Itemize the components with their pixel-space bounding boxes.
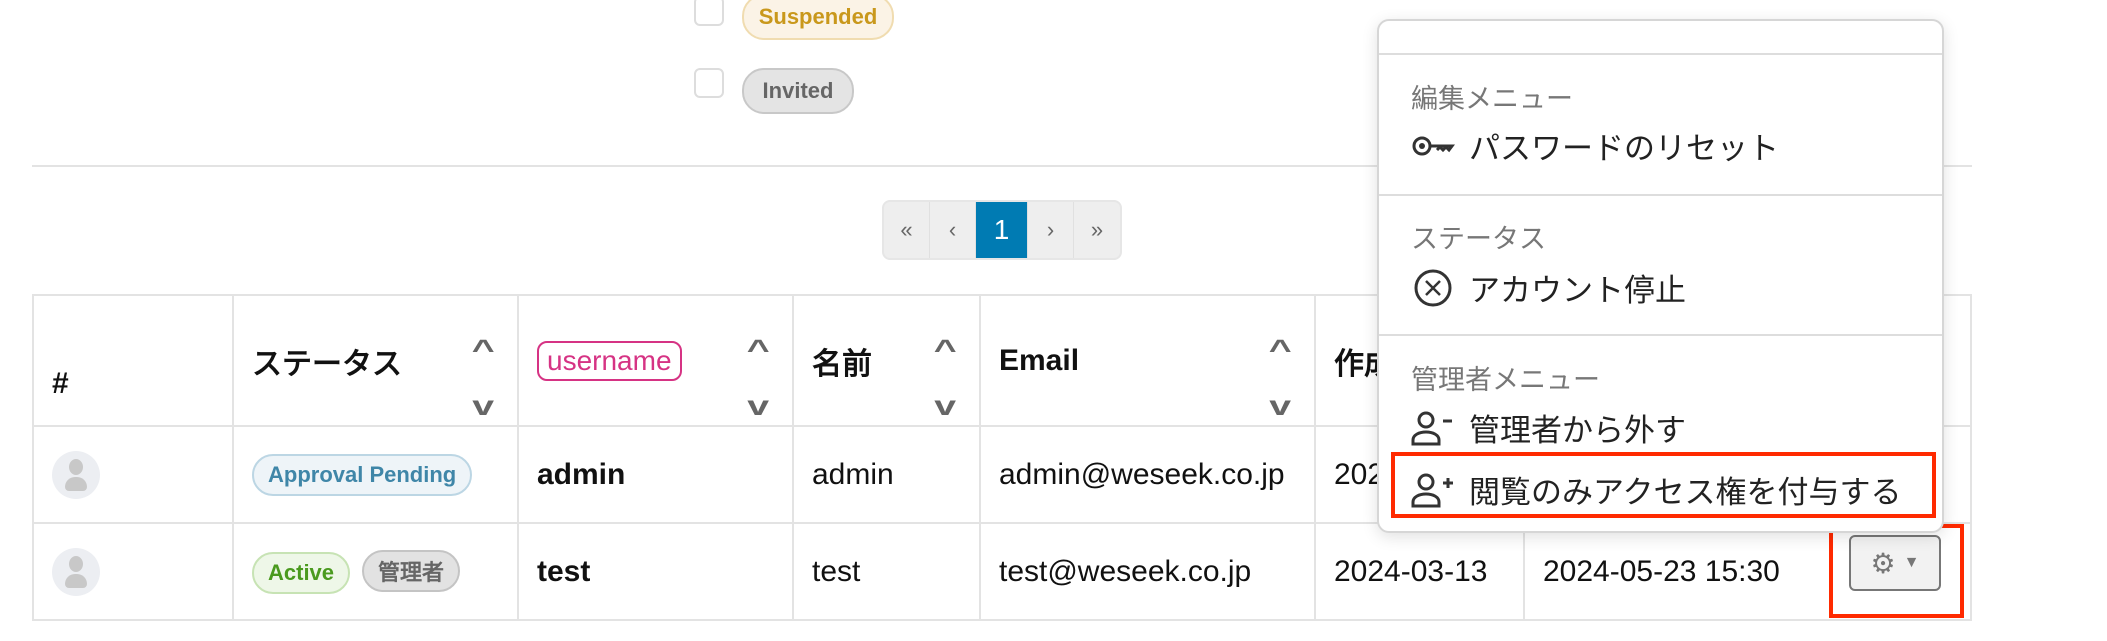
- header-status[interactable]: ステータス ^ v: [232, 294, 519, 427]
- email-cell: admin@weseek.co.jp: [979, 425, 1316, 524]
- menu-item-remove-admin[interactable]: 管理者から外す: [1411, 405, 1686, 450]
- menu-item-suspend-account[interactable]: アカウント停止: [1411, 265, 1686, 310]
- username-cell: admin: [517, 425, 794, 524]
- page-first-button[interactable]: «: [884, 202, 930, 258]
- highlight-box: [1829, 524, 1964, 618]
- header-email[interactable]: Email ^ v: [979, 294, 1316, 427]
- page-last-button[interactable]: »: [1074, 202, 1120, 258]
- page-next-button[interactable]: ›: [1028, 202, 1074, 258]
- avatar: [52, 547, 100, 596]
- header-label: Email: [999, 343, 1080, 377]
- divider: [1379, 53, 1942, 55]
- page-1-button[interactable]: 1: [976, 202, 1028, 258]
- menu-item-label: パスワードのリセット: [1469, 131, 1779, 166]
- key-icon: [1411, 134, 1455, 158]
- sort-icon[interactable]: ^ v: [1268, 322, 1291, 434]
- avatar: [52, 450, 100, 499]
- divider: [1379, 334, 1942, 336]
- menu-item-reset-password[interactable]: パスワードのリセット: [1411, 123, 1779, 168]
- created-cell: 2024-03-13: [1314, 522, 1525, 621]
- header-label: ステータス: [252, 347, 402, 381]
- pagination: « ‹ 1 › »: [882, 200, 1122, 260]
- header-label: username: [537, 340, 682, 381]
- admin-badge: 管理者: [362, 549, 461, 592]
- name-cell: admin: [792, 425, 981, 524]
- email-cell: test@weseek.co.jp: [979, 522, 1316, 621]
- filter-invited-checkbox[interactable]: [694, 68, 724, 98]
- header-index: #: [32, 294, 234, 427]
- user-minus-icon: [1411, 410, 1455, 446]
- table-row: Active 管理者 test test test@weseek.co.jp 20…: [32, 522, 1972, 621]
- menu-header-status: ステータス: [1411, 224, 1546, 254]
- status-badge: Approval Pending: [252, 453, 473, 496]
- menu-item-label: 管理者から外す: [1469, 413, 1686, 448]
- menu-header-admin: 管理者メニュー: [1411, 365, 1600, 395]
- status-badge-invited: Invited: [742, 68, 854, 114]
- header-username[interactable]: username ^ v: [517, 294, 794, 427]
- sort-icon[interactable]: ^ v: [933, 322, 956, 434]
- username-cell: test: [517, 522, 794, 621]
- divider: [1379, 194, 1942, 196]
- menu-header-edit: 編集メニュー: [1411, 84, 1573, 114]
- highlight-box: [1391, 452, 1936, 518]
- menu-item-label: アカウント停止: [1469, 273, 1686, 308]
- sort-icon[interactable]: ^ v: [746, 322, 769, 434]
- header-name[interactable]: 名前 ^ v: [792, 294, 981, 427]
- header-label: 名前: [812, 347, 872, 381]
- page-prev-button[interactable]: ‹: [930, 202, 976, 258]
- sort-icon[interactable]: ^ v: [471, 322, 494, 434]
- status-badge-suspended: Suspended: [742, 0, 894, 40]
- circle-x-icon: [1411, 268, 1455, 308]
- status-badge: Active: [252, 551, 351, 594]
- name-cell: test: [792, 522, 981, 621]
- filter-suspended-checkbox[interactable]: [694, 0, 724, 26]
